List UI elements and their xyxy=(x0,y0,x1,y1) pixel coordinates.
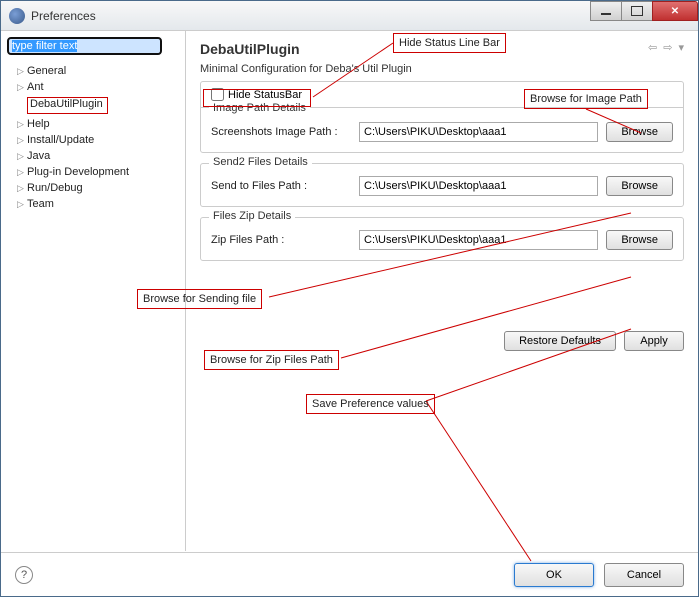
group-image-path: Hide StatusBar Image Path Details Screen… xyxy=(200,81,684,153)
zip-files-input[interactable] xyxy=(359,230,598,250)
tree-arrow-icon: ▷ xyxy=(17,82,27,93)
subtitle: Minimal Configuration for Deba's Util Pl… xyxy=(200,63,684,75)
preferences-window: Preferences ▷General▷AntDebaUtilPlugin▷H… xyxy=(0,0,699,597)
back-icon[interactable]: ⇦ xyxy=(648,41,657,54)
tree-item-install-update[interactable]: ▷Install/Update xyxy=(7,132,179,148)
browse-zip-button[interactable]: Browse xyxy=(606,230,673,250)
window-title: Preferences xyxy=(31,9,96,23)
minimize-button[interactable] xyxy=(590,1,622,21)
tree-item-team[interactable]: ▷Team xyxy=(7,196,179,212)
screenshots-path-label: Screenshots Image Path : xyxy=(211,126,351,138)
tree: ▷General▷AntDebaUtilPlugin▷Help▷Install/… xyxy=(7,63,179,212)
page-title: DebaUtilPlugin xyxy=(200,41,684,57)
tree-item-label: DebaUtilPlugin xyxy=(27,97,108,114)
tree-item-ant[interactable]: ▷Ant xyxy=(7,79,179,95)
browse-send-button[interactable]: Browse xyxy=(606,176,673,196)
group3-title: Files Zip Details xyxy=(209,210,295,222)
menu-dropdown-icon[interactable]: ▾ xyxy=(678,41,684,54)
ok-button[interactable]: OK xyxy=(514,563,594,587)
hide-statusbar-checkbox[interactable] xyxy=(211,88,224,101)
tree-arrow-icon: ▷ xyxy=(17,199,27,210)
tree-item-label: Install/Update xyxy=(27,134,94,146)
tree-item-label: Ant xyxy=(27,81,44,93)
forward-icon[interactable]: ⇨ xyxy=(663,41,672,54)
filter-input[interactable] xyxy=(7,37,162,55)
tree-item-help[interactable]: ▷Help xyxy=(7,116,179,132)
group2-title: Send2 Files Details xyxy=(209,156,312,168)
cancel-button[interactable]: Cancel xyxy=(604,563,684,587)
tree-arrow-icon: ▷ xyxy=(17,151,27,162)
window-controls xyxy=(591,1,698,21)
hide-statusbar-label: Hide StatusBar xyxy=(228,89,302,101)
titlebar: Preferences xyxy=(1,1,698,31)
tree-item-label: Plug-in Development xyxy=(27,166,129,178)
tree-item-debautilplugin[interactable]: DebaUtilPlugin xyxy=(7,95,179,116)
send-files-input[interactable] xyxy=(359,176,598,196)
tree-item-label: Java xyxy=(27,150,50,162)
tree-item-label: Help xyxy=(27,118,50,130)
tree-arrow-icon: ▷ xyxy=(17,135,27,146)
tree-arrow-icon: ▷ xyxy=(17,66,27,77)
footer: ? OK Cancel xyxy=(1,552,698,596)
sidebar: ▷General▷AntDebaUtilPlugin▷Help▷Install/… xyxy=(1,31,186,551)
screenshots-path-input[interactable] xyxy=(359,122,598,142)
tree-arrow-icon: ▷ xyxy=(17,119,27,130)
tree-item-label: General xyxy=(27,65,66,77)
tree-item-plug-in-development[interactable]: ▷Plug-in Development xyxy=(7,164,179,180)
group-send-files: Send2 Files Details Send to Files Path :… xyxy=(200,163,684,207)
tree-arrow-icon: ▷ xyxy=(17,167,27,178)
help-icon[interactable]: ? xyxy=(15,566,33,584)
tree-item-label: Run/Debug xyxy=(27,182,83,194)
tree-item-label: Team xyxy=(27,198,54,210)
close-button[interactable] xyxy=(652,1,698,21)
app-icon xyxy=(9,8,25,24)
tree-item-general[interactable]: ▷General xyxy=(7,63,179,79)
restore-defaults-button[interactable]: Restore Defaults xyxy=(504,331,616,351)
group-zip-files: Files Zip Details Zip Files Path : Brows… xyxy=(200,217,684,261)
apply-button[interactable]: Apply xyxy=(624,331,684,351)
zip-files-label: Zip Files Path : xyxy=(211,234,351,246)
send-files-label: Send to Files Path : xyxy=(211,180,351,192)
content-panel: DebaUtilPlugin ⇦ ⇨ ▾ Minimal Configurati… xyxy=(186,31,698,551)
tree-arrow-icon: ▷ xyxy=(17,183,27,194)
tree-item-java[interactable]: ▷Java xyxy=(7,148,179,164)
nav-arrows: ⇦ ⇨ ▾ xyxy=(648,41,684,54)
tree-item-run-debug[interactable]: ▷Run/Debug xyxy=(7,180,179,196)
browse-image-button[interactable]: Browse xyxy=(606,122,673,142)
group1-title: Image Path Details xyxy=(209,102,310,114)
maximize-button[interactable] xyxy=(621,1,653,21)
